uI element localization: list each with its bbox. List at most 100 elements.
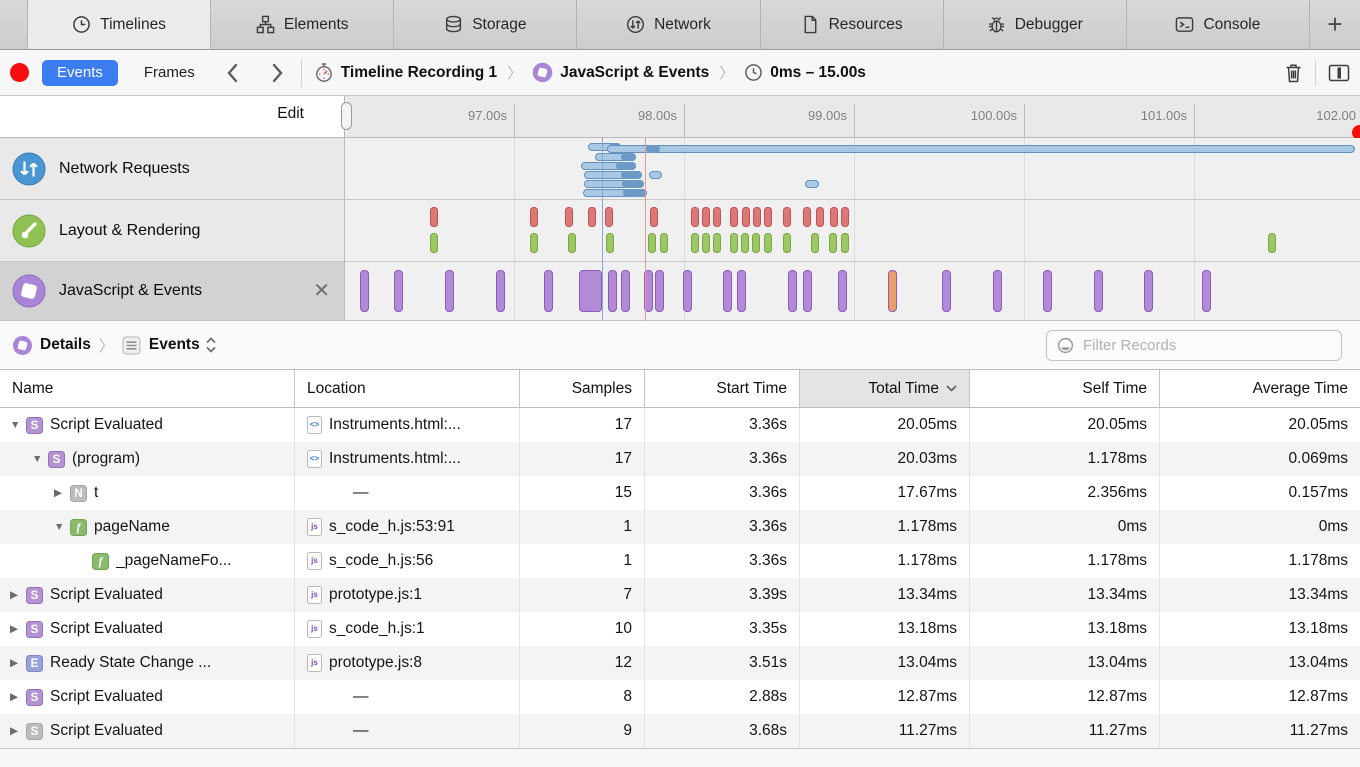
event-type-badge: E [26, 655, 43, 672]
layout-event-bar [841, 207, 849, 227]
events-toggle-button[interactable]: Events [42, 60, 118, 86]
location-text: Instruments.html:... [329, 450, 461, 468]
cell-start: 3.51s [645, 646, 800, 680]
disclosure-triangle-icon[interactable]: ▶ [10, 589, 26, 601]
close-instrument-icon[interactable]: ✕ [313, 281, 330, 301]
disclosure-triangle-icon[interactable]: ▶ [10, 725, 26, 737]
tab-label: Resources [829, 16, 903, 34]
cell-name: ▶Nt [0, 476, 295, 510]
breadcrumb-item[interactable]: Timeline Recording 1 [314, 62, 497, 83]
overview-sidebar-cell[interactable]: Network Requests [0, 138, 345, 199]
back-button[interactable] [225, 62, 240, 84]
event-type-badge: f [70, 519, 87, 536]
disclosure-triangle-icon[interactable]: ▼ [54, 521, 70, 533]
tab-timelines[interactable]: Timelines [28, 0, 211, 49]
paint-event-bar [660, 233, 668, 253]
column-header-label: Name [12, 380, 53, 398]
overview-sidebar-cell[interactable]: JavaScript & Events✕ [0, 262, 345, 320]
table-row[interactable]: ▼S(program)<>Instruments.html:...173.36s… [0, 442, 1360, 476]
selection-start-handle[interactable] [341, 102, 352, 130]
cell-location[interactable]: <>Instruments.html:... [295, 408, 520, 442]
column-header-start-time[interactable]: Start Time [645, 370, 800, 407]
disclosure-triangle-icon[interactable]: ▶ [10, 691, 26, 703]
table-row[interactable]: ▼fpageNamejss_code_h.js:53:9113.36s1.178… [0, 510, 1360, 544]
cell-total: 1.178ms [800, 510, 970, 544]
table-row[interactable]: ▶SScript Evaluatedjss_code_h.js:1103.35s… [0, 612, 1360, 646]
cell-location[interactable]: jsprototype.js:8 [295, 646, 520, 680]
filter-icon [1057, 337, 1074, 354]
record-button[interactable] [10, 63, 29, 82]
table-row[interactable]: ▶SScript Evaluated—93.68s11.27ms11.27ms1… [0, 714, 1360, 748]
breadcrumb: Timeline Recording 1〉JavaScript & Events… [314, 62, 866, 83]
clock-icon [72, 15, 91, 34]
column-header-self-time[interactable]: Self Time [970, 370, 1160, 407]
view-mode-selector[interactable]: Events [149, 336, 200, 354]
table-row[interactable]: ▶EReady State Change ...jsprototype.js:8… [0, 646, 1360, 680]
disclosure-triangle-icon[interactable]: ▼ [32, 453, 48, 465]
disclosure-triangle-icon[interactable]: ▶ [54, 487, 70, 499]
bottom-strip [0, 748, 1360, 767]
cell-self: 2.356ms [970, 476, 1160, 510]
table-row[interactable]: ▼SScript Evaluated<>Instruments.html:...… [0, 408, 1360, 442]
inspector-tab-bar: TimelinesElementsStorageNetwork Resources… [0, 0, 1360, 50]
layout-event-bar [530, 207, 538, 227]
cell-samples: 15 [520, 476, 645, 510]
script-event-bar [737, 270, 746, 312]
edit-instruments-button[interactable]: Edit [277, 105, 304, 123]
overview-sidebar-cell[interactable]: Layout & Rendering [0, 200, 345, 261]
column-header-total-time[interactable]: Total Time [800, 370, 970, 407]
column-header-average-time[interactable]: Average Time [1160, 370, 1360, 407]
table-row[interactable]: ▶Nt—153.36s17.67ms2.356ms0.157ms [0, 476, 1360, 510]
cell-location[interactable]: jss_code_h.js:56 [295, 544, 520, 578]
tab-console[interactable]: Console [1127, 0, 1310, 49]
cell-location[interactable]: jss_code_h.js:53:91 [295, 510, 520, 544]
tab-resources[interactable]: Resources [761, 0, 944, 49]
paint-event-bar [783, 233, 791, 253]
red-time-marker [645, 138, 646, 321]
timeline-ruler[interactable]: 97.00s98.00s99.00s100.00s101.00s102.00 E… [0, 96, 1360, 138]
table-row[interactable]: ▶SScript Evaluated—82.88s12.87ms12.87ms1… [0, 680, 1360, 714]
cell-location: — [295, 714, 520, 748]
breadcrumb-item[interactable]: JavaScript & Events [532, 62, 709, 83]
column-header-label: Samples [572, 380, 632, 398]
layout-event-bar [588, 207, 596, 227]
cell-location[interactable]: <>Instruments.html:... [295, 442, 520, 476]
table-row[interactable]: ▶SScript Evaluatedjsprototype.js:173.39s… [0, 578, 1360, 612]
disclosure-triangle-icon[interactable]: ▶ [10, 657, 26, 669]
column-header-name[interactable]: Name [0, 370, 295, 407]
frames-toggle-button[interactable]: Frames [144, 64, 195, 81]
breadcrumb-item[interactable]: 0ms – 15.00s [744, 63, 866, 82]
details-sidebar-toggle-button[interactable] [1328, 64, 1350, 82]
script-event-bar [683, 270, 692, 312]
cell-location[interactable]: jss_code_h.js:1 [295, 612, 520, 646]
new-tab-button[interactable]: + [1310, 0, 1360, 49]
filter-records-field[interactable] [1046, 330, 1342, 361]
tab-debugger[interactable]: Debugger [944, 0, 1127, 49]
column-header-location[interactable]: Location [295, 370, 520, 407]
cell-start: 3.68s [645, 714, 800, 748]
paint-event-bar [752, 233, 760, 253]
cell-location[interactable]: jsprototype.js:1 [295, 578, 520, 612]
tab-elements[interactable]: Elements [211, 0, 394, 49]
event-name: Script Evaluated [50, 688, 163, 706]
clear-timeline-button[interactable] [1284, 62, 1303, 84]
table-body: ▼SScript Evaluated<>Instruments.html:...… [0, 408, 1360, 748]
overview-row-javascript[interactable]: JavaScript & Events✕ [0, 262, 1360, 321]
tab-network[interactable]: Network [577, 0, 760, 49]
tab-storage[interactable]: Storage [394, 0, 577, 49]
overview-row-layout[interactable]: Layout & Rendering [0, 200, 1360, 262]
view-mode-chevrons-icon[interactable] [206, 336, 216, 354]
forward-button[interactable] [270, 62, 285, 84]
filter-records-input[interactable] [1083, 337, 1313, 354]
disclosure-triangle-icon[interactable]: ▼ [10, 419, 26, 431]
overview-row-network[interactable]: Network Requests [0, 138, 1360, 200]
cell-samples: 17 [520, 408, 645, 442]
script-event-bar [655, 270, 664, 312]
disclosure-triangle-icon[interactable]: ▶ [10, 623, 26, 635]
cell-name: ▶EReady State Change ... [0, 646, 295, 680]
table-row[interactable]: f_pageNameFo...jss_code_h.js:5613.36s1.1… [0, 544, 1360, 578]
script-event-bar [788, 270, 797, 312]
column-header-samples[interactable]: Samples [520, 370, 645, 407]
breadcrumb-label: 0ms – 15.00s [770, 64, 866, 82]
cell-avg: 13.18ms [1160, 612, 1360, 646]
